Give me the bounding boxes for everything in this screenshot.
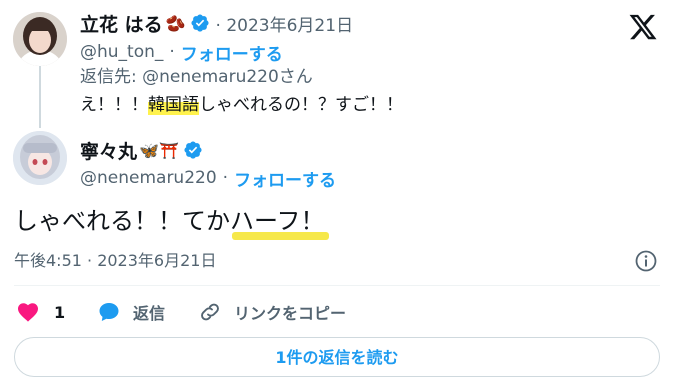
like-button[interactable]: 1 <box>16 299 65 325</box>
copy-link-label: リンクをコピー <box>234 304 347 323</box>
reply-tweet-text: え！！！韓国語しゃべれるの！？すご！！ <box>80 93 403 117</box>
name-emoji: 🫘 <box>165 13 186 33</box>
name-emoji: 🦋⛩️ <box>139 140 179 160</box>
display-name[interactable]: 寧々丸 <box>80 137 137 164</box>
thread-line <box>39 66 41 128</box>
tweet-timestamp[interactable]: 午後4:51 · 2023年6月21日 <box>14 249 216 273</box>
reply-text-highlight: 韓国語 <box>148 95 199 115</box>
handle[interactable]: @nenemaru220 <box>80 168 217 188</box>
divider <box>14 285 660 286</box>
follow-button[interactable]: フォローする <box>181 40 283 65</box>
follow-button[interactable]: フォローする <box>234 166 336 191</box>
reply-button[interactable]: 返信 <box>97 299 165 325</box>
tweet-date[interactable]: · 2023年6月21日 <box>216 11 354 36</box>
link-icon <box>198 300 222 324</box>
main-tweet-text: しゃべれる！！てか ハーフ！ <box>14 203 329 240</box>
display-name[interactable]: 立花 はる <box>80 10 163 37</box>
separator-dot: · <box>169 42 175 62</box>
read-replies-button[interactable]: 1件の返信を読む <box>14 337 660 377</box>
main-text-highlight: ハーフ！ <box>230 203 329 240</box>
verified-icon <box>183 140 203 160</box>
main-text-before: しゃべれる！！てか <box>14 207 230 235</box>
copy-link-button[interactable]: リンクをコピー <box>198 299 346 325</box>
reply-text-after: しゃべれるの！？すご！！ <box>199 95 403 115</box>
info-icon[interactable] <box>634 249 658 273</box>
separator-dot: · <box>222 168 229 188</box>
reply-bubble-icon <box>97 300 121 324</box>
avatar[interactable] <box>13 12 67 66</box>
verified-icon <box>190 13 210 33</box>
heart-icon <box>16 300 40 324</box>
x-logo-icon[interactable] <box>628 12 658 42</box>
handle[interactable]: @hu_ton_ <box>80 42 163 62</box>
reply-label: 返信 <box>133 304 166 323</box>
reply-to-label[interactable]: 返信先: @nenemaru220さん <box>80 65 313 89</box>
reply-text-before: え！！！ <box>80 95 148 115</box>
like-count: 1 <box>54 302 66 322</box>
avatar[interactable] <box>13 131 67 185</box>
